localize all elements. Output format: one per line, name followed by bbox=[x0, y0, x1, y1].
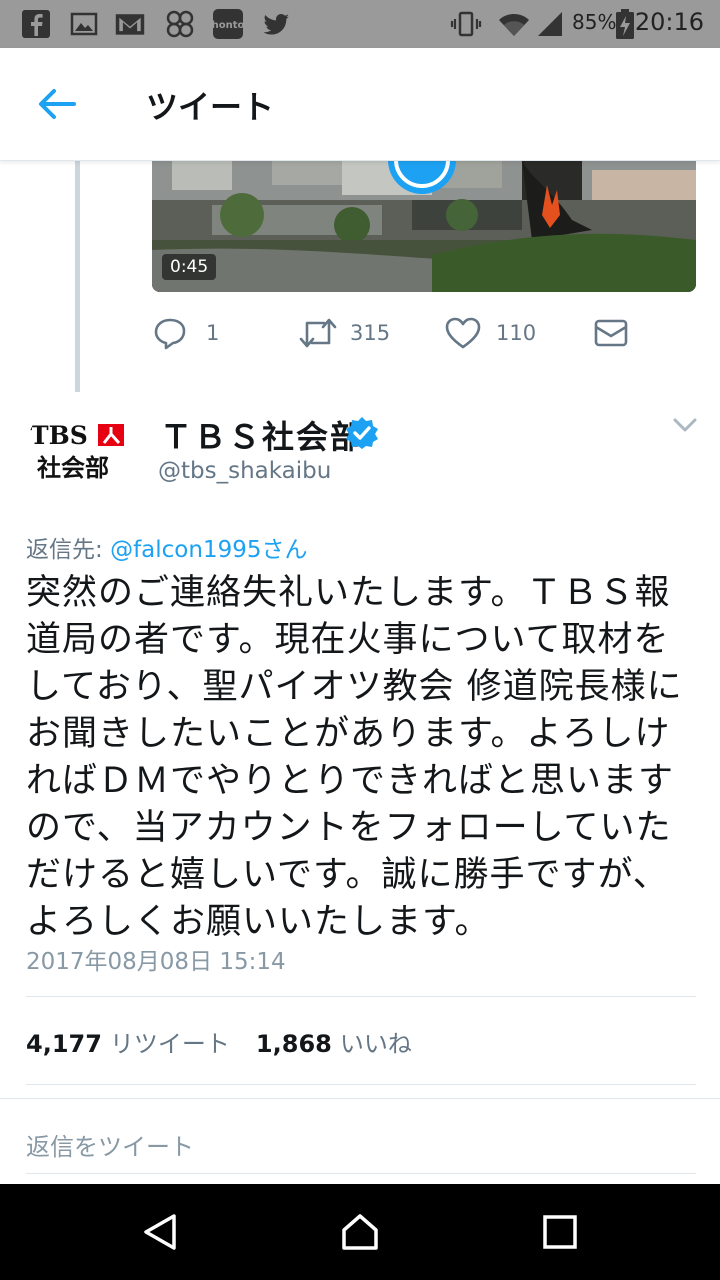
avatar[interactable]: TBS 社会部 bbox=[26, 398, 132, 504]
retweet-stat[interactable]: 4,177 リツイート bbox=[26, 1030, 230, 1058]
reply-input[interactable]: 返信をツイート bbox=[26, 1127, 194, 1162]
retweet-total: 4,177 bbox=[26, 1030, 102, 1058]
previous-tweet-actions: 1 315 110 bbox=[152, 310, 696, 356]
video-thumbnail[interactable]: 0:45 bbox=[152, 160, 696, 292]
like-action[interactable]: 110 bbox=[444, 310, 536, 356]
reply-composer-bar[interactable]: 返信をツイート bbox=[0, 1098, 720, 1185]
tbs-logo: TBS 社会部 bbox=[26, 398, 132, 504]
svg-text:TBS: TBS bbox=[30, 421, 88, 450]
like-count: 110 bbox=[496, 321, 537, 345]
direct-message-action[interactable] bbox=[594, 310, 628, 356]
replying-to: 返信先: @falcon1995さん bbox=[26, 530, 307, 564]
like-stat[interactable]: 1,868 いいね bbox=[256, 1030, 412, 1058]
svg-text:社会部: 社会部 bbox=[37, 454, 109, 482]
retweet-action[interactable]: 315 bbox=[298, 310, 390, 356]
author-name[interactable]: ＴＢＳ社会部 bbox=[160, 412, 364, 458]
verified-badge-icon bbox=[346, 417, 378, 449]
replying-to-label: 返信先: bbox=[26, 537, 111, 563]
gmail-icon bbox=[115, 14, 145, 35]
gallery-icon bbox=[70, 12, 98, 36]
status-bar: honto 85% 20:16 bbox=[0, 0, 720, 48]
wifi-icon bbox=[499, 14, 529, 36]
video-frame-image bbox=[152, 160, 696, 292]
retweet-count: 315 bbox=[350, 321, 391, 345]
divider bbox=[26, 1173, 696, 1174]
tweet-timestamp: 2017年08月08日 15:14 bbox=[26, 949, 286, 975]
like-stat-label: いいね bbox=[339, 1030, 412, 1058]
author-handle[interactable]: @tbs_shakaibu bbox=[158, 458, 331, 484]
app-bar: ツイート bbox=[0, 48, 720, 161]
twitter-bird-icon bbox=[263, 14, 289, 35]
back-arrow-icon[interactable] bbox=[30, 82, 82, 126]
reply-count: 1 bbox=[206, 321, 220, 345]
svg-text:honto: honto bbox=[212, 20, 244, 31]
envelope-icon bbox=[594, 319, 628, 347]
video-duration: 0:45 bbox=[162, 254, 217, 280]
divider bbox=[26, 996, 696, 997]
vibrate-icon bbox=[450, 11, 482, 37]
like-total: 1,868 bbox=[255, 1030, 332, 1058]
reply-icon bbox=[154, 318, 186, 350]
reply-action[interactable]: 1 bbox=[152, 310, 219, 356]
tweet-stats: 4,177 リツイート 1,868 いいね bbox=[26, 1024, 412, 1059]
pinwheel-icon bbox=[166, 10, 194, 38]
battery-percent: 85% bbox=[572, 10, 617, 34]
recent-apps-icon[interactable] bbox=[540, 1212, 580, 1252]
retweet-icon bbox=[299, 318, 337, 348]
page-title: ツイート bbox=[146, 88, 275, 126]
facebook-icon bbox=[22, 10, 50, 38]
honto-app-icon: honto bbox=[212, 9, 244, 39]
battery-charging-icon bbox=[616, 9, 634, 39]
retweet-stat-label: リツイート bbox=[109, 1030, 230, 1058]
chevron-down-icon[interactable] bbox=[672, 414, 698, 436]
signal-icon bbox=[538, 12, 562, 36]
thread-connector-line bbox=[75, 160, 80, 392]
tweet-text: 突然のご連絡失礼いたします。ＴＢＳ報道局の者です。現在火事について取材をしており… bbox=[26, 573, 683, 942]
system-navigation-bar bbox=[0, 1184, 720, 1280]
heart-icon bbox=[445, 317, 481, 349]
divider bbox=[26, 1084, 696, 1085]
replying-to-mention[interactable]: @falcon1995さん bbox=[110, 537, 307, 563]
clock: 20:16 bbox=[634, 8, 704, 36]
home-icon[interactable] bbox=[340, 1212, 380, 1252]
back-triangle-icon[interactable] bbox=[140, 1212, 180, 1252]
